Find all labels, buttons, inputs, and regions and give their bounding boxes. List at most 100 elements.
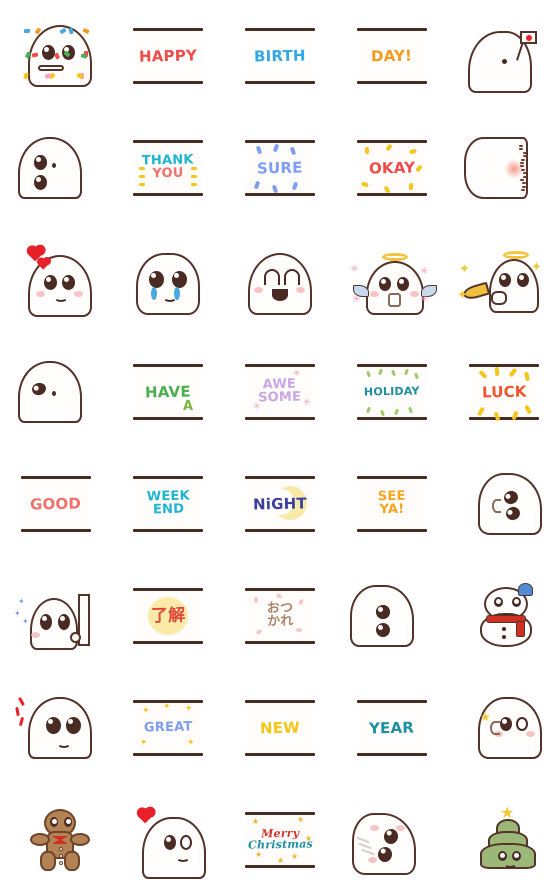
sticker-ghost-crying[interactable] [131, 243, 205, 317]
grid-cell-3-2[interactable] [112, 224, 224, 336]
grid-cell-6-2[interactable]: 了解 [112, 560, 224, 672]
grid-cell-6-1[interactable]: ✦ ✦ ✦ [0, 560, 112, 672]
sticker-ghost-angel[interactable]: ✳ ✳ ✳ ✳ [355, 243, 429, 317]
grid-cell-7-5[interactable]: ★ [448, 672, 560, 784]
sparkle-icon: ✦ [163, 703, 171, 712]
sticker-card-holiday[interactable]: HOLIDAY [355, 355, 429, 429]
grid-cell-2-3[interactable]: SURE [224, 112, 336, 224]
sticker-card-weekend[interactable]: WEEK END [131, 467, 205, 541]
sticker-ghost-side-calm[interactable] [19, 355, 93, 429]
sticker-ghost-sideways-peek[interactable] [19, 131, 93, 205]
grid-cell-7-3[interactable]: NEW [224, 672, 336, 784]
grid-cell-4-4[interactable]: HOLIDAY [336, 336, 448, 448]
grid-cell-4-3[interactable]: ✳ ✳ ✳ AWE SOME [224, 336, 336, 448]
sticker-ghost-peek-corner[interactable] [355, 579, 429, 653]
ghost-nose [52, 391, 56, 396]
deco-petal [298, 598, 304, 605]
grid-cell-1-4[interactable]: DAY! [336, 0, 448, 112]
grid-cell-4-1[interactable] [0, 336, 112, 448]
ghost-eye [502, 59, 507, 64]
grid-cell-3-1[interactable] [0, 224, 112, 336]
right-cheek [74, 291, 83, 297]
grid-cell-3-3[interactable] [224, 224, 336, 336]
grid-cell-2-1[interactable] [0, 112, 112, 224]
left-eye [494, 597, 503, 607]
sticker-ghost-surprised[interactable] [19, 691, 93, 765]
sticker-ghost-with-flag[interactable] [467, 19, 541, 93]
sticker-card-good[interactable]: GOOD [19, 467, 93, 541]
sticker-card-great[interactable]: ✦ ✦ ✦ ✦ ✦ GREAT [131, 691, 205, 765]
sticker-ghost-happy-open-mouth[interactable] [243, 243, 317, 317]
tree-mouth [504, 859, 517, 868]
banner-card: WEEK END [135, 477, 201, 531]
sticker-card-thank-you[interactable]: THANK YOU [131, 131, 205, 205]
sticker-card-birth[interactable]: BIRTH [243, 19, 317, 93]
sticker-ghost-lying-down[interactable] [355, 803, 429, 877]
grid-cell-7-4[interactable]: YEAR [336, 672, 448, 784]
card-text: YEAR [369, 720, 414, 736]
sticker-card-day[interactable]: DAY! [355, 19, 429, 93]
right-eye [517, 273, 529, 287]
sticker-card-okay[interactable]: OKAY [355, 131, 429, 205]
sticker-card-merry-christmas[interactable]: ★ ★ ★ ★ ★ ★ Merry Christmas [243, 803, 317, 877]
grid-cell-6-5[interactable] [448, 560, 560, 672]
grid-cell-5-3[interactable]: NiGHT [224, 448, 336, 560]
sticker-ghost-in-love[interactable] [19, 243, 93, 317]
motion-line [523, 176, 527, 178]
sticker-ghost-wink-star[interactable]: ★ [467, 691, 541, 765]
sticker-ghost-party-blower[interactable] [19, 19, 93, 93]
sticker-ghost-angel-trumpet[interactable]: ✦ ✦ ✦ [467, 243, 541, 317]
grid-cell-8-1[interactable] [0, 784, 112, 896]
grid-cell-6-3[interactable]: おつ かれ [224, 560, 336, 672]
sticker-ghost-sleepy-side[interactable] [467, 467, 541, 541]
grid-cell-5-1[interactable]: GOOD [0, 448, 112, 560]
sparkle-icon: ✦ [22, 618, 29, 626]
sticker-card-new[interactable]: NEW [243, 691, 317, 765]
sticker-card-see-ya[interactable]: SEE YA! [355, 467, 429, 541]
ghost-mouth [490, 721, 500, 735]
grid-cell-5-4[interactable]: SEE YA! [336, 448, 448, 560]
ghost-silhouette [248, 253, 312, 315]
grid-cell-7-2[interactable]: ✦ ✦ ✦ ✦ ✦ GREAT [112, 672, 224, 784]
motion-line [522, 186, 526, 188]
grid-cell-2-2[interactable]: THANK YOU [112, 112, 224, 224]
grid-cell-3-4[interactable]: ✳ ✳ ✳ ✳ [336, 224, 448, 336]
grid-cell-4-5[interactable]: LUCK [448, 336, 560, 448]
sticker-card-luck[interactable]: LUCK [467, 355, 541, 429]
sticker-card-otsukare[interactable]: おつ かれ [243, 579, 317, 653]
sticker-ghost-with-banner[interactable]: ✦ ✦ ✦ [19, 579, 93, 653]
grid-cell-3-5[interactable]: ✦ ✦ ✦ [448, 224, 560, 336]
grid-cell-1-2[interactable]: HAPPY [112, 0, 224, 112]
grid-cell-8-4[interactable] [336, 784, 448, 896]
grid-cell-1-5[interactable] [448, 0, 560, 112]
grid-cell-2-4[interactable]: OKAY [336, 112, 448, 224]
grid-cell-4-2[interactable]: A HAVE [112, 336, 224, 448]
sticker-gingerbread-man[interactable] [19, 803, 93, 877]
grid-cell-2-5[interactable] [448, 112, 560, 224]
grid-cell-8-2[interactable] [112, 784, 224, 896]
card-text: HAPPY [139, 48, 197, 64]
confetti-piece [24, 29, 30, 33]
sticker-card-have-a[interactable]: A HAVE [131, 355, 205, 429]
sticker-card-night[interactable]: NiGHT [243, 467, 317, 541]
right-eye [180, 835, 192, 850]
sticker-ghost-blushing-back[interactable] [467, 131, 541, 205]
grid-cell-8-3[interactable]: ★ ★ ★ ★ ★ ★ Merry Christmas [224, 784, 336, 896]
sticker-ghost-christmas-tree[interactable]: ★ [467, 803, 541, 877]
deco-dot [361, 181, 369, 187]
sticker-card-year[interactable]: YEAR [355, 691, 429, 765]
sticker-card-sure[interactable]: SURE [243, 131, 317, 205]
grid-cell-5-2[interactable]: WEEK END [112, 448, 224, 560]
card-text: SEE YA! [378, 491, 406, 517]
grid-cell-7-1[interactable] [0, 672, 112, 784]
sticker-ghost-snowman[interactable] [467, 579, 541, 653]
sticker-card-happy[interactable]: HAPPY [131, 19, 205, 93]
sticker-ghost-heart-smile[interactable] [131, 803, 205, 877]
sticker-card-ryoukai[interactable]: 了解 [131, 579, 205, 653]
grid-cell-5-5[interactable] [448, 448, 560, 560]
sticker-card-awesome[interactable]: ✳ ✳ ✳ AWE SOME [243, 355, 317, 429]
grid-cell-1-1[interactable] [0, 0, 112, 112]
grid-cell-6-4[interactable] [336, 560, 448, 672]
grid-cell-1-3[interactable]: BIRTH [224, 0, 336, 112]
grid-cell-8-5[interactable]: ★ [448, 784, 560, 896]
